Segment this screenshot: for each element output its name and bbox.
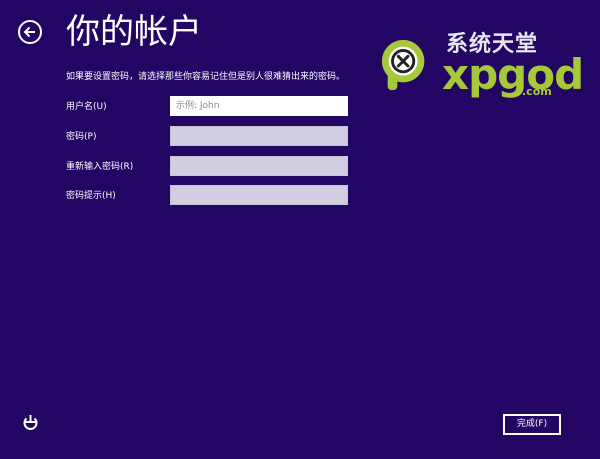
ease-of-access-icon[interactable] <box>20 413 40 433</box>
back-arrow-icon <box>23 26 35 38</box>
reenter-password-label: 重新输入密码(R) <box>66 162 134 172</box>
password-hint-label: 密码提示(H) <box>66 191 116 201</box>
watermark-brand-text: xpgod <box>442 50 584 99</box>
username-input[interactable] <box>170 96 348 116</box>
reenter-password-input[interactable] <box>170 156 348 176</box>
finish-button[interactable]: 完成(F) <box>503 414 561 435</box>
password-label: 密码(P) <box>66 132 97 142</box>
xpgod-logo-icon <box>381 39 425 91</box>
password-hint-input[interactable] <box>170 185 348 205</box>
back-button[interactable] <box>18 20 42 44</box>
username-label: 用户名(U) <box>66 102 107 112</box>
watermark: 系统天堂 xpgod .com <box>376 32 584 102</box>
watermark-domain-text: .com <box>522 85 552 98</box>
page-description: 如果要设置密码，请选择那些你容易记住但是别人很难猜出来的密码。 <box>66 72 346 82</box>
password-input[interactable] <box>170 126 348 146</box>
page-title: 你的帐户 <box>66 12 202 52</box>
